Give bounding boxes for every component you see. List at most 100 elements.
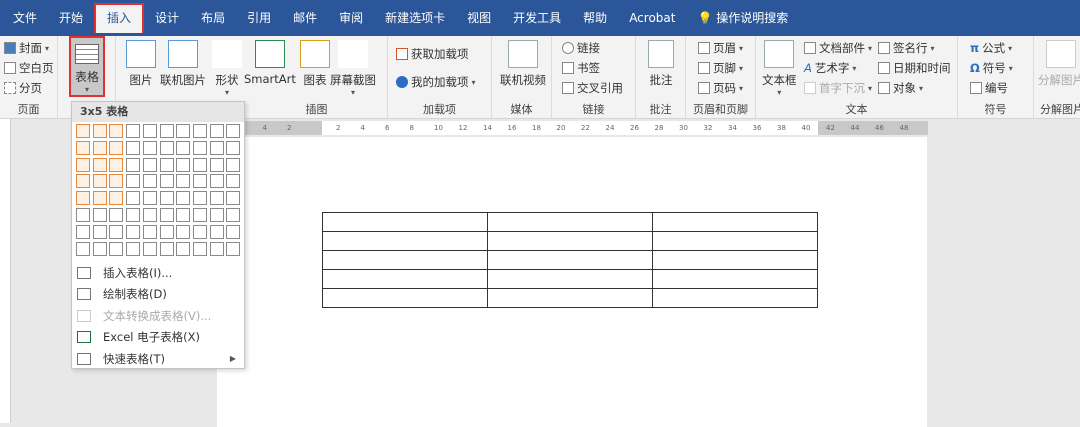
grid-cell[interactable]	[209, 140, 224, 155]
table-cell[interactable]	[322, 269, 488, 289]
grid-cell[interactable]	[192, 241, 207, 256]
tab-5[interactable]: 引用	[236, 3, 282, 33]
symbol-button[interactable]: Ω 符号 ▾	[970, 60, 1013, 76]
tab-10[interactable]: 开发工具	[502, 3, 572, 33]
table-cell[interactable]	[322, 288, 488, 308]
grid-cell[interactable]	[126, 174, 141, 189]
quick-parts-button[interactable]: 文档部件 ▾	[804, 40, 872, 56]
grid-cell[interactable]	[226, 241, 241, 256]
drop-cap-button[interactable]: 首字下沉 ▾	[804, 80, 872, 96]
page-break-button[interactable]: 分页	[4, 80, 42, 96]
tab-4[interactable]: 布局	[190, 3, 236, 33]
grid-cell[interactable]	[142, 208, 157, 222]
grid-cell[interactable]	[126, 208, 141, 222]
table-cell[interactable]	[487, 212, 653, 232]
grid-cell[interactable]	[142, 174, 157, 189]
grid-cell[interactable]	[92, 157, 107, 172]
grid-cell[interactable]	[159, 140, 174, 155]
tab-6[interactable]: 邮件	[282, 3, 328, 33]
grid-cell[interactable]	[109, 191, 124, 206]
grid-cell[interactable]	[209, 174, 224, 189]
grid-cell[interactable]	[159, 241, 174, 256]
grid-cell[interactable]	[142, 124, 157, 138]
get-addins-button[interactable]: 获取加载项	[396, 46, 469, 62]
table-cell[interactable]	[652, 250, 818, 270]
grid-cell[interactable]	[192, 208, 207, 222]
grid-cell[interactable]	[109, 140, 124, 155]
grid-cell[interactable]	[209, 208, 224, 222]
comment-button[interactable]: 批注	[648, 40, 674, 88]
grid-cell[interactable]	[92, 191, 107, 206]
tab-9[interactable]: 视图	[456, 3, 502, 33]
grid-cell[interactable]	[159, 157, 174, 172]
grid-cell[interactable]	[176, 191, 191, 206]
split-image-button[interactable]: 分解图片	[1038, 40, 1080, 88]
link-button[interactable]: 链接	[562, 40, 600, 56]
illustration-button-4[interactable]: 图表	[300, 40, 330, 88]
document-table[interactable]	[322, 212, 818, 308]
tab-12[interactable]: Acrobat	[618, 3, 686, 33]
grid-cell[interactable]	[226, 174, 241, 189]
grid-cell[interactable]	[92, 124, 107, 138]
table-button[interactable]: 表格 ▾	[69, 36, 105, 97]
grid-cell[interactable]	[126, 124, 141, 138]
grid-cell[interactable]	[192, 124, 207, 138]
date-time-button[interactable]: 日期和时间	[878, 60, 951, 76]
grid-cell[interactable]	[192, 191, 207, 206]
grid-cell[interactable]	[226, 157, 241, 172]
grid-cell[interactable]	[209, 124, 224, 138]
grid-cell[interactable]	[159, 124, 174, 138]
grid-cell[interactable]	[109, 174, 124, 189]
grid-cell[interactable]	[226, 140, 241, 155]
grid-cell[interactable]	[192, 140, 207, 155]
grid-cell[interactable]	[109, 241, 124, 256]
grid-cell[interactable]	[209, 224, 224, 239]
grid-cell[interactable]	[192, 224, 207, 239]
bookmark-button[interactable]: 书签	[562, 60, 600, 76]
cross-reference-button[interactable]: 交叉引用	[562, 80, 623, 96]
tab-0[interactable]: 文件	[2, 3, 48, 33]
grid-cell[interactable]	[176, 208, 191, 222]
tab-11[interactable]: 帮助	[572, 3, 618, 33]
footer-button[interactable]: 页脚 ▾	[698, 60, 743, 76]
wordart-button[interactable]: A 艺术字 ▾	[804, 60, 856, 76]
online-video-button[interactable]: 联机视频	[500, 40, 546, 88]
grid-cell[interactable]	[126, 157, 141, 172]
my-addins-button[interactable]: 我的加载项 ▾	[396, 74, 476, 90]
table-cell[interactable]	[322, 250, 488, 270]
object-button[interactable]: 对象 ▾	[878, 80, 923, 96]
grid-cell[interactable]	[176, 224, 191, 239]
grid-cell[interactable]	[142, 140, 157, 155]
grid-cell[interactable]	[142, 157, 157, 172]
grid-cell[interactable]	[176, 157, 191, 172]
grid-cell[interactable]	[142, 191, 157, 206]
table-cell[interactable]	[322, 212, 488, 232]
tab-8[interactable]: 新建选项卡	[374, 3, 456, 33]
illustration-button-1[interactable]: 联机图片	[160, 40, 206, 88]
table-cell[interactable]	[487, 250, 653, 270]
text-box-button[interactable]: 文本框 ▾	[762, 40, 797, 97]
equation-button[interactable]: π 公式 ▾	[970, 40, 1012, 56]
grid-cell[interactable]	[76, 157, 90, 172]
table-cell[interactable]	[652, 269, 818, 289]
table-cell[interactable]	[652, 212, 818, 232]
table-cell[interactable]	[322, 231, 488, 251]
header-button[interactable]: 页眉 ▾	[698, 40, 743, 56]
quick-tables-item[interactable]: 快速表格(T) ▶	[72, 348, 244, 369]
insert-table-item[interactable]: 插入表格(I)...	[72, 262, 244, 283]
grid-cell[interactable]	[76, 124, 90, 138]
grid-cell[interactable]	[92, 140, 107, 155]
tab-7[interactable]: 审阅	[328, 3, 374, 33]
tab-1[interactable]: 开始	[48, 3, 94, 33]
illustration-button-2[interactable]: 形状 ▾	[212, 40, 242, 97]
grid-cell[interactable]	[159, 174, 174, 189]
illustration-button-3[interactable]: SmartArt	[244, 40, 296, 86]
grid-cell[interactable]	[92, 241, 107, 256]
grid-cell[interactable]	[109, 208, 124, 222]
grid-cell[interactable]	[126, 241, 141, 256]
grid-cell[interactable]	[76, 224, 90, 239]
grid-cell[interactable]	[76, 191, 90, 206]
grid-cell[interactable]	[209, 241, 224, 256]
grid-cell[interactable]	[176, 174, 191, 189]
grid-cell[interactable]	[226, 124, 241, 138]
